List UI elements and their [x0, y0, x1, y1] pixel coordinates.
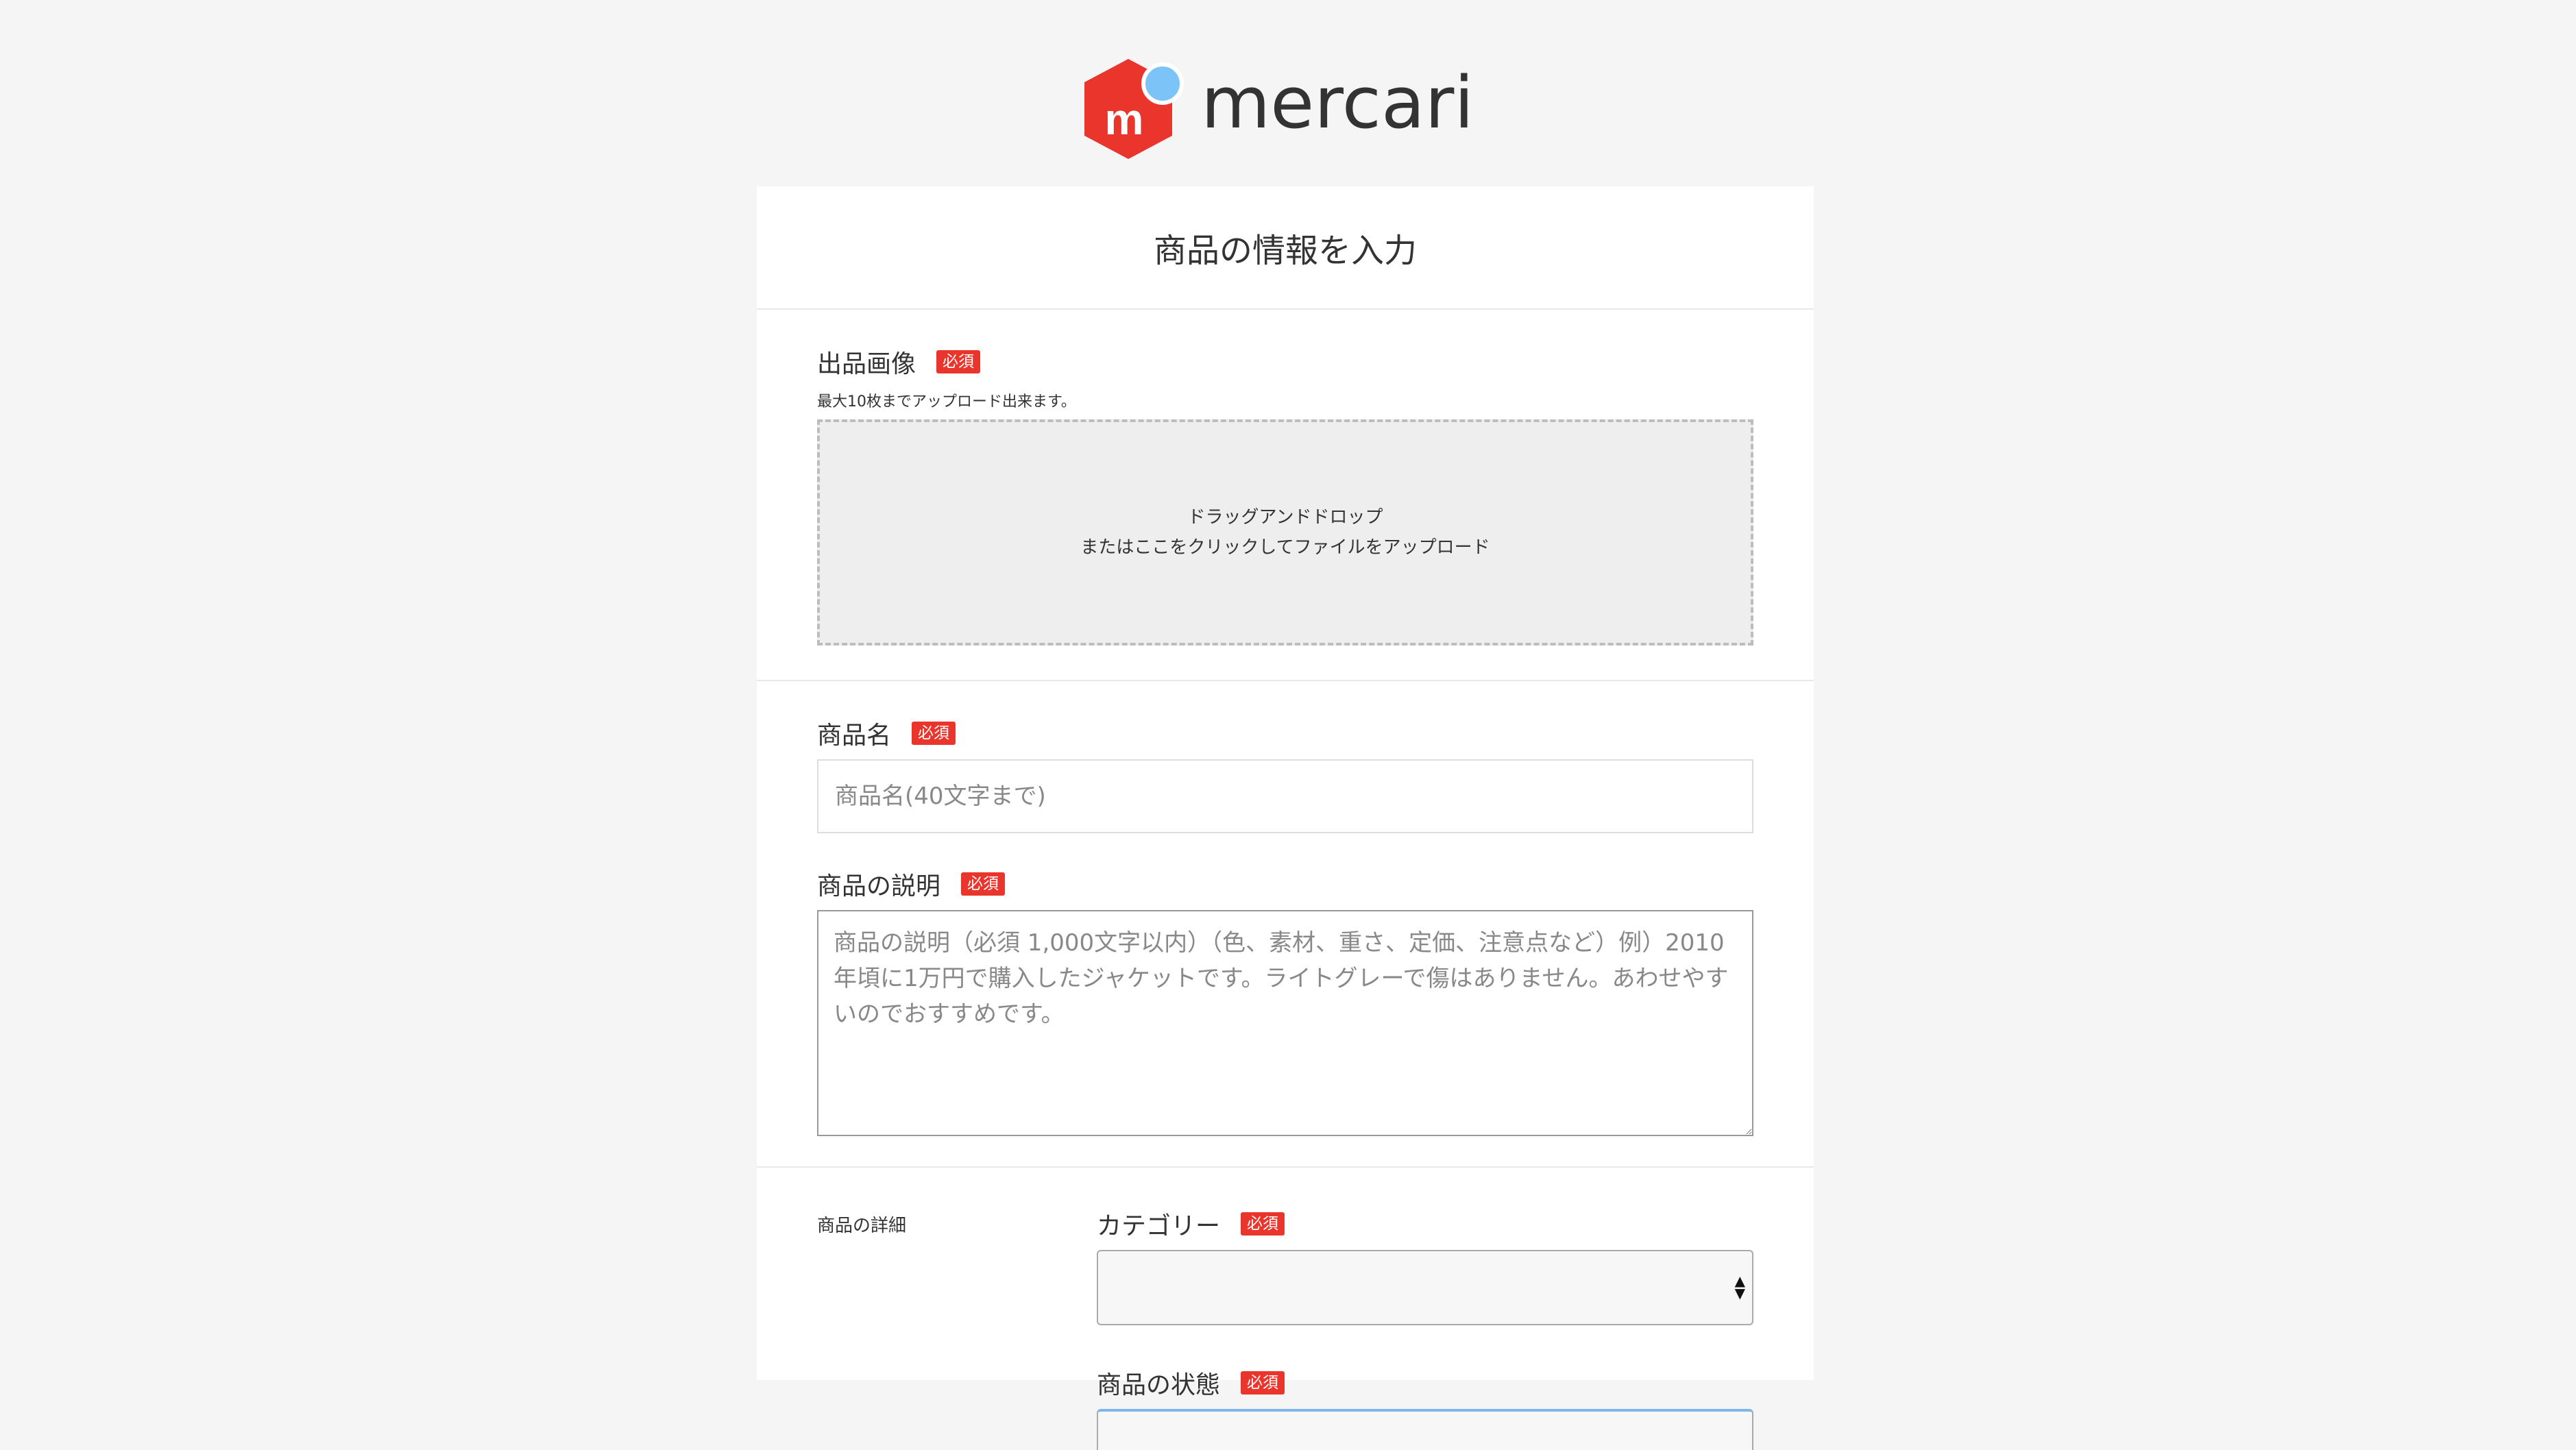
image-dropzone[interactable]: ドラッグアンドドロップ またはここをクリックしてファイルをアップロード [817, 419, 1753, 646]
category-label: カテゴリー [1097, 1212, 1221, 1240]
item-description-textarea[interactable] [817, 910, 1753, 1136]
details-fields: カテゴリー 必須 ▲ ▼ 商品の状態 必須 [1097, 1206, 1753, 1450]
mercari-logo[interactable]: m mercari [1080, 59, 1492, 159]
dropzone-line-2: またはここをクリックしてファイルをアップロード [1080, 537, 1490, 558]
description-label-row: 商品の説明 必須 [817, 866, 1753, 902]
details-section: 商品の詳細 カテゴリー 必須 ▲ ▼ 商品の状態 必須 [757, 1168, 1814, 1450]
dropzone-line-1: ドラッグアンドドロップ [1187, 507, 1383, 528]
select-updown-arrows-icon: ▲ ▼ [1734, 1273, 1745, 1301]
image-label-row: 出品画像 必須 [817, 344, 1753, 380]
description-label: 商品の説明 [817, 872, 941, 900]
name-label-row: 商品名 必須 [817, 715, 1753, 751]
logo-mark-icon: m [1084, 59, 1184, 159]
condition-label: 商品の状態 [1097, 1371, 1221, 1399]
page-title: 商品の情報を入力 [757, 186, 1814, 310]
listing-form-card: 商品の情報を入力 出品画像 必須 最大10枚までアップロード出来ます。 ドラッグ… [757, 186, 1814, 1450]
logo-wordmark: mercari [1201, 61, 1474, 145]
condition-label-row: 商品の状態 必須 [1097, 1365, 1753, 1401]
condition-select[interactable] [1097, 1409, 1753, 1450]
details-title: 商品の詳細 [817, 1216, 907, 1236]
image-label: 出品画像 [817, 350, 916, 378]
required-badge: 必須 [936, 350, 981, 373]
name-description-section: 商品名 必須 商品の説明 必須 [757, 681, 1814, 1168]
item-name-input[interactable] [817, 759, 1753, 833]
required-badge: 必須 [1241, 1212, 1285, 1236]
name-label: 商品名 [817, 722, 892, 750]
image-upload-section: 出品画像 必須 最大10枚までアップロード出来ます。 ドラッグアンドドロップ ま… [757, 310, 1814, 681]
logo-mark-letter: m [1105, 95, 1144, 144]
required-badge: 必須 [912, 722, 956, 745]
image-upload-hint: 最大10枚までアップロード出来ます。 [817, 393, 1076, 410]
category-select[interactable]: ▲ ▼ [1097, 1250, 1753, 1325]
required-badge: 必須 [1241, 1371, 1285, 1394]
category-label-row: カテゴリー 必須 [1097, 1206, 1753, 1242]
required-badge: 必須 [961, 872, 1006, 896]
